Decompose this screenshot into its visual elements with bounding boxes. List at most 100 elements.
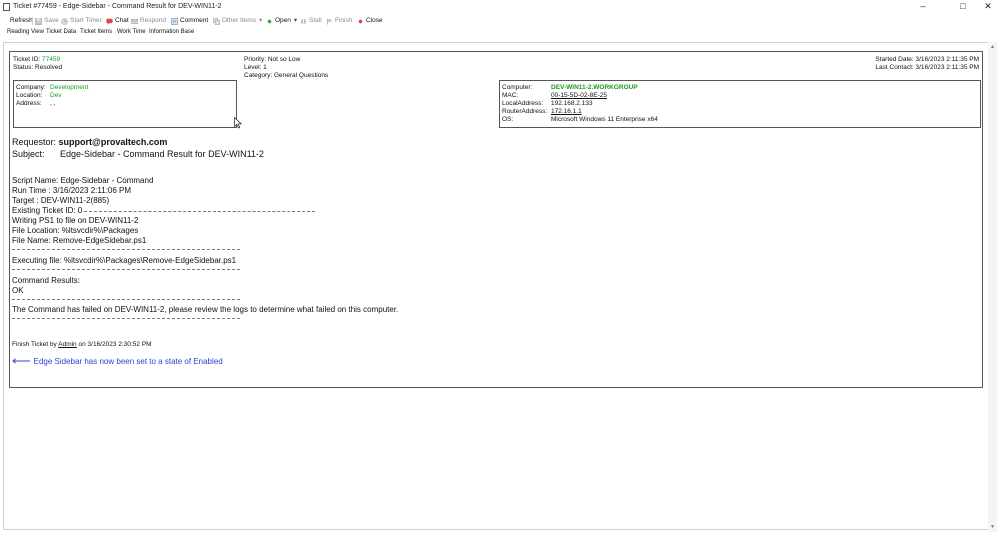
company-value[interactable]: Development	[50, 84, 88, 92]
command-results-line: Command Results:	[12, 276, 81, 285]
vertical-scrollbar[interactable]: ▲ ▼	[988, 42, 997, 532]
subject-label: Subject:	[12, 149, 45, 159]
requestor-email[interactable]: support@provaltech.com	[59, 137, 168, 147]
refresh-button[interactable]: Refresh	[10, 16, 33, 26]
router-address-label: RouterAddress:	[502, 108, 548, 115]
respond-label: Respond	[140, 17, 167, 24]
finish-label: Finish	[335, 17, 353, 24]
toolbar: Refresh Save Start Timer Chat Respond Co…	[0, 14, 1000, 27]
address-label: Address:	[16, 100, 42, 107]
stall-button[interactable]: Stall	[300, 16, 322, 26]
scroll-up-icon[interactable]: ▲	[988, 44, 997, 50]
finish-button[interactable]: Finish	[326, 16, 352, 26]
failed-message-line: The Command has failed on DEV-WIN11-2, p…	[12, 305, 399, 314]
ticket-window-icon	[3, 3, 10, 11]
priority-text: Priority: Not so Low	[244, 56, 301, 63]
stall-label: Stall	[309, 17, 322, 24]
dropdown-arrow-icon: ▾	[258, 17, 263, 24]
finish-user-link[interactable]: Admin	[58, 341, 76, 348]
comment-icon	[171, 17, 178, 25]
company-info-box: Company: Development Location: Dev Addre…	[13, 80, 237, 128]
respond-button[interactable]: Respond	[131, 16, 166, 26]
level-text: Level: 1	[244, 64, 267, 71]
status-row: Status: Resolved	[13, 64, 62, 72]
mouse-cursor-icon	[234, 117, 242, 129]
ticket-id-label: Ticket ID:	[13, 56, 41, 63]
os-label: OS:	[502, 116, 514, 123]
enabled-message: ⟵ Edge Sidebar has now been set to a sta…	[12, 353, 223, 368]
executing-line: Executing file: %ltsvcdir%\Packages\Remo…	[12, 256, 237, 265]
mac-label: MAC:	[502, 92, 519, 99]
maximize-button[interactable]: □	[949, 0, 977, 13]
os-value: Microsoft Windows 11 Enterprise x64	[551, 116, 658, 123]
chat-button[interactable]: Chat	[106, 16, 129, 26]
window-title: Ticket #77459 - Edge-Sidebar - Command R…	[13, 3, 222, 10]
chat-label: Chat	[115, 17, 129, 24]
open-status-icon	[267, 19, 272, 23]
requestor-label: Requestor:	[12, 137, 57, 147]
finish-suffix: on 3/16/2023 2:30:52 PM	[76, 341, 152, 348]
tab-ticket-data[interactable]: Ticket Data	[46, 29, 76, 35]
open-dropdown-icon: ▾	[293, 17, 298, 24]
tab-information-base[interactable]: Information Base	[149, 29, 194, 35]
local-address-label: LocalAddress:	[502, 100, 544, 107]
start-timer-button[interactable]: Start Timer	[61, 16, 102, 26]
ticket-details-panel: Ticket ID: 77459 Status: Resolved Priori…	[9, 51, 983, 388]
comment-label: Comment	[180, 17, 209, 24]
ok-line: OK	[12, 286, 24, 295]
started-date: Started Date: 3/16/2023 2:11:35 PM	[875, 56, 979, 63]
other-items-button[interactable]: Other Items ▾	[213, 16, 262, 26]
comment-button[interactable]: Comment	[171, 16, 208, 26]
tab-bar: Reading View Ticket Data Ticket Items Wo…	[0, 27, 1000, 39]
toolbar-divider	[32, 17, 33, 25]
divider-line	[12, 318, 240, 319]
divider-line	[12, 269, 240, 270]
existing-ticket-line: Existing Ticket ID: 0	[12, 206, 83, 215]
script-name-line: Script Name: Edge-Sidebar - Command	[12, 176, 154, 185]
close-ticket-label: Close	[366, 17, 383, 24]
close-status-icon	[358, 19, 363, 23]
category-text: Category: General Questions	[244, 72, 329, 79]
computer-label: Computer:	[502, 84, 533, 91]
scroll-down-icon[interactable]: ▼	[988, 524, 997, 530]
status-label: Status:	[13, 64, 34, 71]
computer-value[interactable]: DEV-WIN11-2.WORKGROUP	[551, 84, 638, 92]
minimize-button[interactable]: –	[909, 0, 937, 13]
divider-line	[12, 299, 240, 300]
file-name-line: File Name: Remove-EdgeSidebar.ps1	[12, 236, 147, 245]
location-value[interactable]: Dev	[50, 92, 62, 100]
respond-icon	[131, 18, 138, 24]
close-window-button[interactable]: ✕	[974, 0, 1000, 13]
ticket-id-value[interactable]: 77459	[42, 56, 60, 63]
tab-reading-view[interactable]: Reading View	[7, 29, 44, 35]
router-address-value[interactable]: 172.16.1.1	[551, 108, 582, 116]
finish-icon	[327, 18, 332, 25]
tab-work-time[interactable]: Work Time	[117, 29, 146, 35]
mac-value[interactable]: 00-15-5D-02-8E-25	[551, 92, 607, 100]
subject-value: Edge-Sidebar - Command Result for DEV-WI…	[60, 149, 264, 159]
chat-icon	[106, 18, 113, 25]
other-items-label: Other Items	[222, 17, 256, 24]
save-icon	[35, 17, 42, 25]
start-timer-label: Start Timer	[70, 17, 102, 24]
last-contact: Last Contact: 3/16/2023 2:11:35 PM	[875, 64, 979, 71]
run-time-line: Run Time : 3/16/2023 2:11:06 PM	[12, 186, 132, 195]
company-label: Company:	[16, 84, 46, 91]
address-value: , ,	[50, 100, 56, 107]
timer-icon	[61, 17, 68, 25]
divider-line	[84, 211, 315, 212]
tab-ticket-items[interactable]: Ticket Items	[80, 29, 112, 35]
close-ticket-button[interactable]: Close	[357, 16, 383, 26]
save-label: Save	[44, 17, 59, 24]
enabled-message-text: Edge Sidebar has now been set to a state…	[33, 356, 223, 366]
target-line: Target : DEV-WIN11-2(885)	[12, 196, 110, 205]
status-value: Resolved	[35, 64, 63, 71]
divider-line	[12, 249, 240, 250]
open-label: Open	[275, 17, 291, 24]
save-button[interactable]: Save	[35, 16, 59, 26]
file-location-line: File Location: %ltsvcdir%\Packages	[12, 226, 139, 235]
refresh-label: Refresh	[10, 17, 33, 24]
computer-info-box: Computer: DEV-WIN11-2.WORKGROUP MAC: 00-…	[499, 80, 981, 128]
left-arrow-icon: ⟵	[12, 353, 31, 368]
open-button[interactable]: Open ▾	[266, 16, 297, 26]
